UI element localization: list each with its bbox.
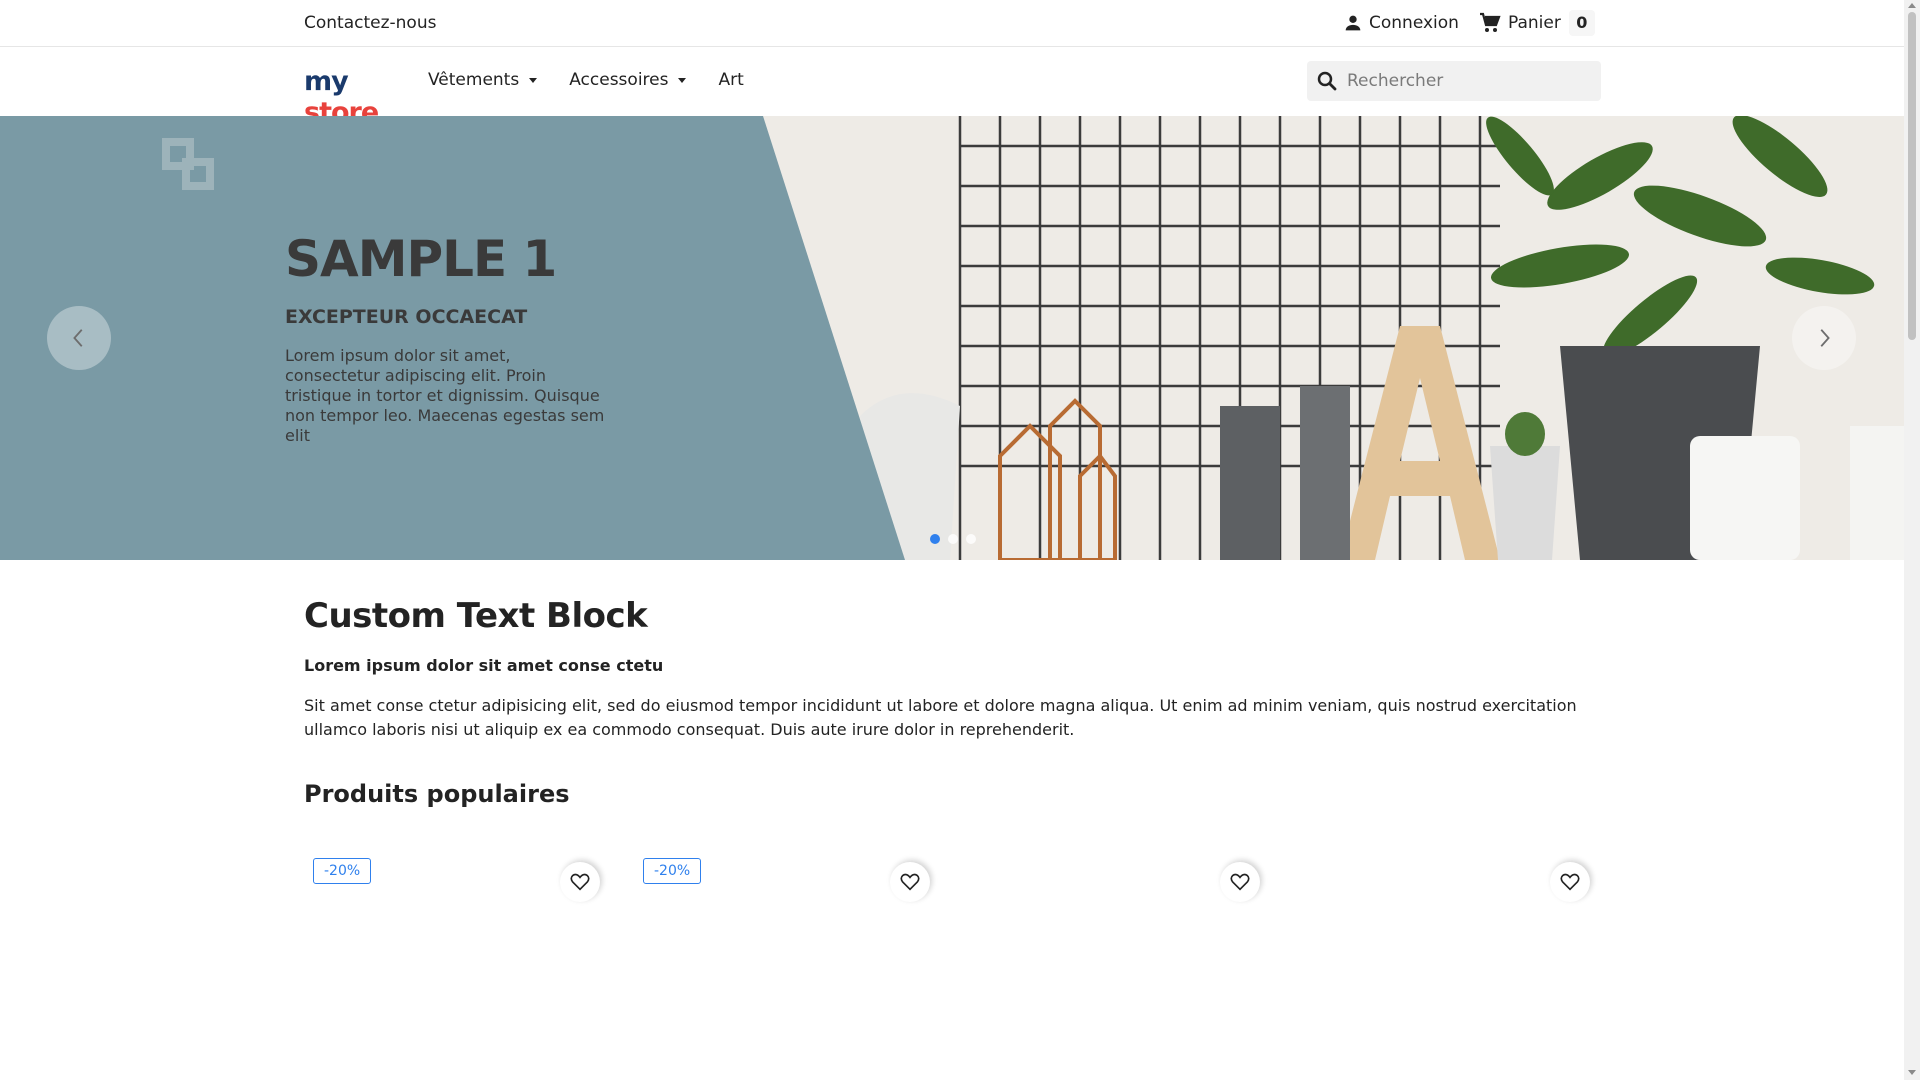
top-bar: Contactez-nous Connexion Panier 0	[0, 0, 1904, 47]
hero-title: SAMPLE 1	[285, 230, 557, 288]
wishlist-button[interactable]	[890, 862, 930, 902]
hero-subtitle: EXCEPTEUR OCCAECAT	[285, 306, 528, 328]
slider-dot-2[interactable]	[948, 534, 958, 544]
hero-text-panel	[0, 116, 905, 560]
slider-dot-3[interactable]	[966, 534, 976, 544]
product-card[interactable]	[1294, 850, 1604, 1080]
search-icon[interactable]	[1315, 69, 1339, 93]
cart-label: Panier	[1508, 13, 1561, 33]
slider-dot-1[interactable]	[930, 534, 940, 544]
product-card[interactable]	[964, 850, 1274, 1080]
shopping-cart-icon	[1480, 12, 1501, 32]
hero-slider: SAMPLE 1 EXCEPTEUR OCCAECAT Lorem ipsum …	[0, 116, 1904, 560]
nav-item-art[interactable]: Art	[718, 70, 743, 90]
nav-item-label: Art	[718, 70, 744, 90]
nav-item-vetements[interactable]: Vêtements	[428, 70, 538, 90]
chevron-left-icon	[73, 329, 83, 347]
search-box	[1307, 61, 1601, 101]
heart-icon	[900, 873, 920, 891]
product-card[interactable]: -20%	[634, 850, 944, 1080]
main-nav: Vêtements Accessoires Art	[428, 70, 776, 90]
account-link[interactable]: Connexion	[1342, 12, 1459, 34]
heart-icon	[570, 873, 590, 891]
wishlist-button[interactable]	[1550, 862, 1590, 902]
hero-description: Lorem ipsum dolor sit amet, consectetur …	[285, 346, 605, 445]
custom-text-lead: Lorem ipsum dolor sit amet conse ctetu	[304, 656, 664, 675]
heart-icon	[1560, 873, 1580, 891]
popular-products-title: Produits populaires	[304, 780, 570, 808]
search-input[interactable]	[1347, 71, 1587, 91]
slider-prev-button[interactable]	[47, 306, 111, 370]
cart-count-badge: 0	[1568, 10, 1595, 36]
caret-down-icon	[678, 77, 687, 83]
wishlist-button[interactable]	[560, 862, 600, 902]
account-label: Connexion	[1369, 13, 1459, 33]
heart-icon	[1230, 873, 1250, 891]
main-header: my store Vêtements Accessoires Art	[0, 48, 1904, 128]
scroll-up-icon[interactable]	[1908, 3, 1916, 8]
chevron-right-icon	[1820, 329, 1830, 347]
caret-down-icon	[529, 77, 538, 83]
nav-item-label: Vêtements	[428, 70, 520, 90]
cart-link[interactable]: Panier 0	[1478, 10, 1595, 36]
discount-badge: -20%	[313, 858, 372, 884]
slider-dots	[930, 534, 984, 544]
contact-link[interactable]: Contactez-nous	[304, 13, 436, 33]
custom-text-title: Custom Text Block	[304, 596, 648, 636]
person-icon	[1345, 15, 1361, 31]
slider-next-button[interactable]	[1792, 306, 1856, 370]
product-card[interactable]: -20%	[304, 850, 614, 1080]
nav-item-accessoires[interactable]: Accessoires	[569, 70, 687, 90]
store-logo[interactable]: my store	[304, 66, 404, 128]
wishlist-button[interactable]	[1220, 862, 1260, 902]
page-scrollbar[interactable]	[1904, 0, 1920, 1080]
discount-badge: -20%	[643, 858, 702, 884]
nav-item-label: Accessoires	[569, 70, 669, 90]
custom-text-body: Sit amet conse ctetur adipisicing elit, …	[304, 696, 1577, 739]
scroll-down-icon[interactable]	[1908, 1070, 1916, 1075]
product-list: -20% -20%	[304, 850, 1604, 1080]
logo-part-my: my	[304, 66, 349, 97]
scrollbar-thumb[interactable]	[1908, 12, 1916, 340]
